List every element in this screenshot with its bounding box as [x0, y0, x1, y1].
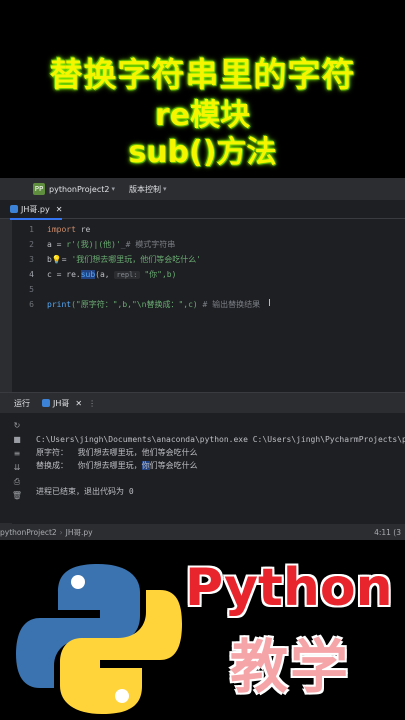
console-command: C:\Users\jingh\Documents\anaconda\python… [36, 435, 405, 444]
code-editor[interactable]: import re a = r'(我)|(他)'_# 模式字符串 b💡= '我们… [47, 222, 260, 312]
code-text: a = [47, 240, 67, 249]
status-cursor-position[interactable]: 4:11 (3 [374, 528, 401, 537]
console-exit-line: 进程已结束，退出代码为 0 [36, 487, 134, 496]
console-text: 替换成： 你们想去哪里玩， [36, 461, 142, 470]
string-literal: r'(我)|(他)' [66, 240, 121, 249]
console-line: 原字符： 我们想去哪里玩，他们等会吃什么 [36, 448, 198, 457]
run-console: ↻ ■ ≡ ⇊ ⎙ 🗑 C:\Users\jingh\Documents\ana… [0, 413, 405, 523]
string-literal: '我们想去哪里玩，他们等会吃什么' [71, 255, 202, 264]
python-logo-eye [115, 689, 129, 703]
run-tab-jh[interactable]: JH哥 ✕ [42, 398, 82, 409]
line-number: 2 [29, 240, 34, 249]
code-text: (a, [95, 270, 115, 279]
ide-window: PP pythonProject2 ▾ 版本控制 ▾ JH哥.py ✕ 1 2 … [0, 178, 405, 540]
ide-top-bar: PP pythonProject2 ▾ 版本控制 ▾ [0, 178, 405, 200]
breadcrumb-separator: › [59, 527, 63, 537]
line-number: 4 [29, 270, 34, 279]
chevron-down-icon[interactable]: ▾ [163, 185, 167, 193]
project-name[interactable]: pythonProject2 [49, 185, 109, 194]
python-file-icon [10, 205, 18, 213]
code-text: re [75, 225, 91, 234]
print-icon[interactable]: ⎙ [10, 475, 24, 489]
more-icon[interactable]: ⋮ [88, 399, 96, 408]
code-text: c = re. [47, 270, 81, 279]
console-line: 替换成： 你们想去哪里玩，你们等会吃什么 [36, 459, 405, 472]
code-text: ("原字符：",b,"\n替换成：",c) [71, 300, 198, 309]
brand-subtitle: 教学 [229, 633, 350, 701]
rerun-icon[interactable]: ↻ [10, 419, 24, 433]
trash-icon[interactable]: 🗑 [10, 489, 24, 503]
tab-jh-py[interactable]: JH哥.py ✕ [10, 200, 63, 220]
code-text: "你",b) [139, 270, 177, 279]
run-tab-label: JH哥 [53, 398, 70, 408]
brand-python-text: Python [185, 558, 393, 618]
keyword: import [47, 225, 76, 234]
text-cursor-icon: I [268, 298, 271, 309]
code-line[interactable]: print("原字符：",b,"\n替换成：",c) # 输出替换结果 [47, 297, 260, 312]
comment: _# 模式字符串 [120, 240, 176, 249]
code-line[interactable]: c = re.sub(a, repl: "你",b) [47, 267, 260, 282]
run-tool-bar: 运行 JH哥 ✕ ⋮ [0, 392, 405, 413]
close-icon[interactable]: ✕ [56, 205, 63, 214]
run-label: 运行 [14, 398, 30, 408]
console-toolbar: ↻ ■ ≡ ⇊ ⎙ 🗑 [10, 419, 24, 503]
vcs-menu[interactable]: 版本控制 [129, 184, 161, 195]
project-badge-icon: PP [33, 183, 45, 195]
code-line[interactable]: b💡= '我们想去哪里玩，他们等会吃什么' [47, 252, 260, 267]
function-call: print [47, 300, 72, 309]
chevron-down-icon[interactable]: ▾ [111, 185, 115, 193]
bulb-icon[interactable]: 💡 [52, 255, 62, 264]
status-project[interactable]: pythonProject2 [0, 528, 57, 537]
stop-icon[interactable]: ■ [10, 433, 24, 447]
scroll-end-icon[interactable]: ⇊ [10, 461, 24, 475]
status-bar: pythonProject2 › JH哥.py 4:11 (3 [0, 524, 405, 540]
highlighted-char: 你 [141, 461, 150, 470]
code-line[interactable] [47, 282, 260, 297]
banner-line-3: sub()方法 [128, 135, 277, 170]
banner-line-1: 替换字符串里的字符 [49, 55, 356, 94]
line-number: 6 [29, 300, 34, 309]
line-number: 5 [29, 285, 34, 294]
soft-wrap-icon[interactable]: ≡ [10, 447, 24, 461]
console-text: 们等会吃什么 [149, 461, 198, 470]
brand-title: Python [185, 558, 393, 618]
code-text: = [61, 255, 72, 264]
code-line[interactable]: import re [47, 222, 260, 237]
status-file[interactable]: JH哥.py [66, 527, 93, 538]
python-file-icon [42, 399, 50, 407]
parameter-hint: repl: [114, 271, 140, 279]
python-logo-icon [16, 564, 182, 714]
tab-label: JH哥.py [21, 204, 50, 214]
code-line[interactable]: a = r'(我)|(他)'_# 模式字符串 [47, 237, 260, 252]
close-icon[interactable]: ✕ [75, 399, 82, 408]
editor-tab-bar: JH哥.py ✕ [0, 200, 405, 220]
line-gutter: 1 2 3 4 5 6 [12, 222, 34, 312]
line-number: 3 [29, 255, 34, 264]
python-logo-eye [71, 575, 85, 589]
console-output[interactable]: C:\Users\jingh\Documents\anaconda\python… [36, 433, 405, 498]
line-number: 1 [29, 225, 34, 234]
function-call: sub [80, 270, 96, 279]
comment: # 输出替换结果 [197, 300, 261, 309]
